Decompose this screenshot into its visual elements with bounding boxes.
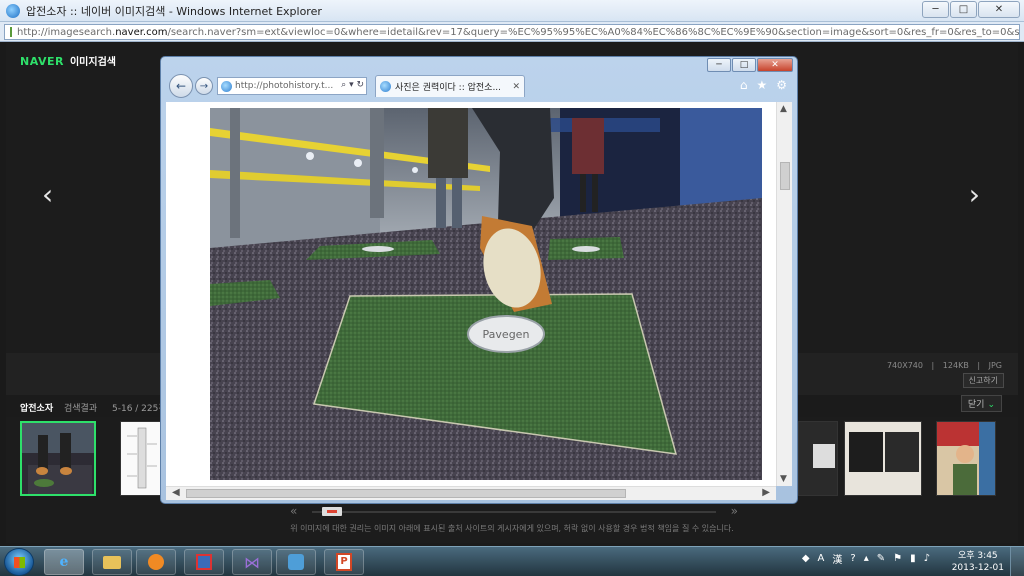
ie-icon	[6, 3, 20, 18]
taskbar-media-player-icon[interactable]	[136, 549, 176, 575]
popup-toolbar-icons: ⌂ ★ ⚙	[740, 78, 787, 92]
popup-address-url: http://photohistory.t...	[235, 81, 334, 91]
taskbar: e ⋈ P ◆ A 漢 ? ▴ ✎ ⚑ ▮ ♪ 오후 3:45 2013-12-…	[0, 546, 1024, 576]
close-button[interactable]: ✕	[978, 1, 1020, 18]
close-thumbs-button[interactable]: 닫기 ⌄	[960, 395, 1002, 412]
page-icon	[10, 27, 12, 37]
thumbnail-pager: « »	[284, 504, 744, 518]
vertical-scroll-thumb[interactable]	[780, 162, 790, 190]
results-label: 검색결과	[64, 404, 98, 414]
thumbnail-selected[interactable]	[20, 421, 96, 496]
network-icon[interactable]: ▮	[910, 553, 916, 564]
window-controls: ─ □ ✕	[922, 1, 1020, 18]
scroll-up-icon[interactable]: ▲	[780, 104, 787, 114]
copyright-notice: 위 이미지에 대한 권리는 이미지 아래에 표시된 출처 사이트의 게시자에게 …	[290, 524, 734, 533]
popup-vertical-scrollbar[interactable]: ▲ ▼	[776, 102, 792, 486]
chevron-down-icon: ⌄	[987, 400, 995, 410]
system-tray: ◆ A 漢 ? ▴ ✎ ⚑ ▮ ♪	[802, 551, 930, 566]
address-url: http://imagesearch.naver.com/search.nave…	[17, 26, 1020, 38]
thumbnail-item[interactable]	[798, 421, 838, 496]
pager-track[interactable]	[312, 511, 716, 513]
taskbar-ie-icon[interactable]: e	[44, 549, 84, 575]
report-button[interactable]: 신고하기	[962, 373, 1004, 388]
tray-expand-icon[interactable]: ▴	[864, 553, 869, 564]
prev-image-arrow-icon[interactable]: ‹	[42, 181, 53, 209]
results-query: 압전소자	[20, 404, 54, 414]
thumbnail-item[interactable]	[120, 421, 162, 496]
next-image-arrow-icon[interactable]: ›	[969, 181, 980, 209]
popup-close-button[interactable]: ✕	[757, 58, 793, 72]
address-field[interactable]: http://imagesearch.naver.com/search.nave…	[4, 24, 1020, 40]
pager-prev-icon[interactable]: «	[290, 504, 297, 518]
taskbar-explorer-icon[interactable]	[92, 549, 132, 575]
ime-mode[interactable]: A	[818, 553, 825, 564]
scroll-left-icon[interactable]: ◀	[172, 487, 180, 498]
popup-nav-row: ← → http://photohistory.t... ⌕ ▾ ↻ 사진은 권…	[165, 74, 793, 98]
popup-maximize-button[interactable]: □	[732, 58, 756, 72]
results-range: 5-16 / 225건	[112, 404, 167, 414]
address-tools-icons[interactable]: ⌕ ▾ ↻	[341, 80, 364, 90]
image-dimensions: 740X740	[886, 361, 923, 370]
image-filesize: 124KB	[942, 361, 969, 370]
popup-content: Pavegen ▲ ▼	[166, 102, 792, 486]
forward-arrow-icon[interactable]: →	[195, 77, 213, 95]
taskbar-paint-icon[interactable]	[276, 549, 316, 575]
taskbar-save-icon[interactable]	[184, 549, 224, 575]
windows-logo-icon	[14, 557, 25, 568]
pager-next-icon[interactable]: »	[731, 504, 738, 518]
pager-handle[interactable]	[322, 507, 342, 516]
naver-logo[interactable]: NAVER	[20, 55, 64, 68]
scroll-down-icon[interactable]: ▼	[780, 474, 787, 484]
tab-globe-icon	[380, 81, 391, 92]
photo-brand-text: Pavegen	[483, 328, 530, 341]
shield-icon[interactable]: ◆	[802, 553, 810, 564]
favorites-star-icon[interactable]: ★	[756, 78, 767, 92]
clock-time: 오후 3:45	[958, 551, 998, 561]
popup-address-field[interactable]: http://photohistory.t... ⌕ ▾ ↻	[217, 77, 367, 95]
pen-icon[interactable]: ✎	[877, 553, 885, 564]
taskbar-visual-studio-icon[interactable]: ⋈	[232, 549, 272, 575]
pavegen-photo: Pavegen	[210, 108, 762, 480]
horizontal-scroll-thumb[interactable]	[186, 489, 626, 498]
help-icon[interactable]: ?	[850, 553, 855, 564]
gear-icon[interactable]: ⚙	[776, 78, 787, 92]
ime-hanja[interactable]: 漢	[832, 551, 842, 566]
popup-browser-window: ─ □ ✕ ← → http://photohistory.t... ⌕ ▾ ↻…	[160, 56, 798, 504]
window-title: 압전소자 :: 네이버 이미지검색 - Windows Internet Exp…	[26, 4, 322, 18]
thumbnail-item[interactable]	[936, 421, 996, 496]
tab-close-icon[interactable]: ✕	[512, 82, 520, 92]
naver-header: NAVER 이미지검색	[20, 53, 116, 68]
home-icon[interactable]: ⌂	[740, 78, 748, 92]
volume-icon[interactable]: ♪	[924, 553, 930, 564]
window-titlebar: 압전소자 :: 네이버 이미지검색 - Windows Internet Exp…	[0, 0, 1024, 22]
popup-window-controls: ─ □ ✕	[707, 58, 793, 72]
flag-icon[interactable]: ⚑	[893, 553, 902, 564]
maximize-button[interactable]: □	[950, 1, 977, 18]
page-globe-icon	[221, 80, 232, 92]
service-name[interactable]: 이미지검색	[70, 53, 116, 68]
address-bar: http://imagesearch.naver.com/search.nave…	[0, 22, 1024, 42]
back-arrow-icon[interactable]: ←	[169, 74, 193, 98]
clock[interactable]: 오후 3:45 2013-12-01	[952, 550, 1004, 574]
show-desktop-button[interactable]	[1010, 547, 1024, 576]
taskbar-powerpoint-icon[interactable]: P	[324, 549, 364, 575]
clock-date: 2013-12-01	[951, 563, 1004, 573]
image-meta: 740X740 | 124KB | JPG	[886, 361, 1002, 370]
scroll-right-icon[interactable]: ▶	[762, 487, 770, 498]
popup-horizontal-scrollbar[interactable]: ◀ ▶	[166, 486, 776, 500]
minimize-button[interactable]: ─	[922, 1, 949, 18]
popup-tab-active[interactable]: 사진은 권력이다 :: 압전소... ✕	[375, 75, 525, 97]
thumbnail-item[interactable]	[844, 421, 922, 496]
image-format: JPG	[988, 361, 1002, 370]
start-button[interactable]	[4, 548, 34, 576]
popup-minimize-button[interactable]: ─	[707, 58, 731, 72]
popup-tab-title: 사진은 권력이다 :: 압전소...	[395, 83, 502, 93]
